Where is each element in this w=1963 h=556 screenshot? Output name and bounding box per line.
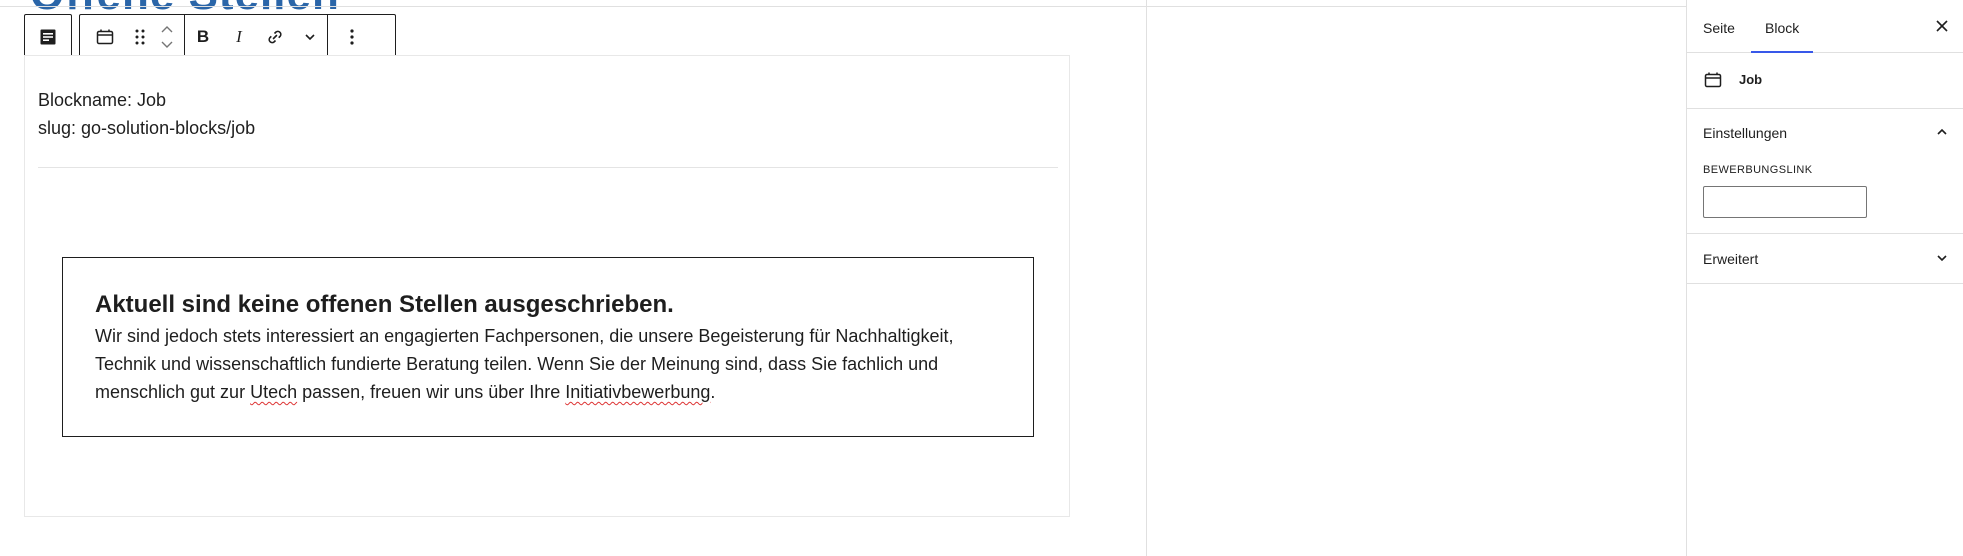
more-vertical-icon	[350, 29, 354, 45]
chevron-up-icon	[1937, 128, 1947, 135]
block-slug-line: slug: go-solution-blocks/job	[38, 118, 256, 138]
notice-text-part: passen, freuen wir uns über Ihre	[297, 382, 566, 402]
italic-button[interactable]: I	[221, 15, 257, 59]
block-options-button[interactable]	[328, 15, 376, 59]
chevron-down-icon	[161, 41, 173, 48]
calendar-icon	[1704, 72, 1722, 88]
more-format-button[interactable]	[293, 15, 327, 59]
move-up-button[interactable]	[159, 24, 175, 36]
notice-text-end: .	[710, 382, 716, 402]
canvas-divider	[1146, 0, 1147, 556]
chevron-up-icon	[161, 26, 173, 33]
block-toolbar-parent	[24, 14, 72, 60]
panel-erweitert-toggle[interactable]: Erweitert	[1703, 251, 1758, 267]
notice-title: Aktuell sind keine offenen Stellen ausge…	[95, 291, 674, 318]
block-meta: Blockname: Job slug: go-solution-blocks/…	[38, 86, 255, 142]
header-divider	[0, 6, 1686, 7]
notice-text: Wir sind jedoch stets interessiert an en…	[95, 322, 1001, 406]
link-icon	[268, 30, 282, 44]
block-name-line: Blockname: Job	[38, 90, 167, 110]
block-card: Job	[1687, 52, 1963, 109]
panel-erweitert: Erweitert	[1687, 233, 1963, 284]
panel-expand-button[interactable]	[1932, 248, 1952, 268]
close-icon	[1936, 20, 1948, 32]
meta-divider	[38, 167, 1058, 168]
initiative-application-word: Initiativbewerbung	[565, 382, 711, 402]
sidebar-tabs: Seite Block	[1687, 0, 1963, 53]
link-button[interactable]	[257, 15, 293, 59]
drag-handle[interactable]	[130, 15, 150, 59]
panel-collapse-button[interactable]	[1932, 122, 1952, 142]
tab-seite[interactable]: Seite	[1703, 0, 1735, 52]
calendar-icon	[96, 29, 114, 45]
settings-sidebar: Seite Block Job Einstellungen BEWERBUNGS…	[1686, 0, 1963, 556]
select-parent-button[interactable]	[25, 15, 71, 59]
drag-handle-icon	[135, 29, 145, 45]
panel-einstellungen-toggle[interactable]: Einstellungen	[1703, 125, 1787, 141]
post-content-icon	[40, 29, 56, 45]
chevron-down-icon	[1937, 255, 1947, 262]
job-block[interactable]: Blockname: Job slug: go-solution-blocks/…	[24, 55, 1070, 517]
close-sidebar-button[interactable]	[1930, 14, 1954, 38]
block-card-title: Job	[1739, 72, 1763, 87]
tab-block[interactable]: Block	[1750, 0, 1814, 53]
block-toolbar: B I	[79, 14, 396, 60]
chevron-down-icon	[305, 34, 315, 41]
move-down-button[interactable]	[159, 38, 175, 50]
bold-button[interactable]: B	[185, 15, 221, 59]
mover-controls	[150, 15, 184, 59]
bewerbungslink-input[interactable]	[1703, 186, 1867, 218]
bewerbungslink-label: BEWERBUNGSLINK	[1703, 164, 1813, 176]
no-jobs-notice: Aktuell sind keine offenen Stellen ausge…	[62, 257, 1034, 437]
block-type-button[interactable]	[80, 15, 130, 59]
company-name: Utech	[250, 382, 298, 402]
